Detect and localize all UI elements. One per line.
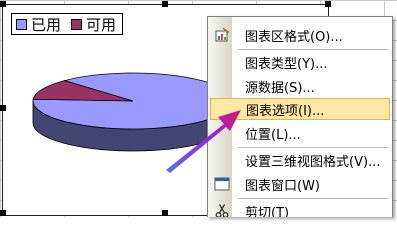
menu-item-3d-view[interactable]: 设置三维视图格式(V)... (210, 149, 390, 171)
menu-item-cut[interactable]: 剪切(T) (210, 200, 390, 217)
legend-swatch-used (16, 18, 27, 30)
selection-handle-top-middle[interactable] (162, 1, 168, 7)
menu-item-source-data[interactable]: 源数据(S)... (210, 75, 390, 97)
menu-label-source-data: 源数据(S)... (245, 80, 315, 96)
menu-separator (238, 198, 388, 199)
menu-label-location: 位置(L)... (245, 127, 301, 143)
menu-separator (238, 147, 388, 148)
menu-label-cut: 剪切(T) (245, 205, 290, 218)
menu-label-chart-options: 图表选项(I)... (246, 103, 325, 119)
context-menu[interactable]: 图表区格式(O)... 图表类型(Y)... 源数据(S)... 图表选项(I)… (207, 16, 393, 217)
menu-label-3d-view: 设置三维视图格式(V)... (245, 154, 381, 170)
selection-handle-top-right[interactable] (325, 1, 331, 7)
menu-item-chart-type[interactable]: 图表类型(Y)... (210, 51, 390, 73)
menu-item-location[interactable]: 位置(L)... (210, 122, 390, 144)
scissors-icon (215, 204, 229, 217)
chart-legend[interactable]: 已用 可用 (11, 13, 124, 35)
selection-handle-bottom-middle[interactable] (162, 210, 168, 216)
menu-label-chart-window: 图表窗口(W) (245, 178, 320, 194)
chart-window-icon (214, 177, 230, 191)
legend-item-used: 已用 (16, 14, 61, 35)
selection-handle-middle-left[interactable] (0, 105, 6, 111)
legend-label-used: 已用 (31, 15, 62, 34)
legend-swatch-available (71, 18, 83, 30)
legend-item-available: 可用 (71, 14, 116, 35)
menu-label-format-chart-area: 图表区格式(O)... (245, 29, 343, 45)
menu-separator (238, 49, 388, 50)
menu-item-format-chart-area[interactable]: 图表区格式(O)... (210, 24, 390, 46)
selection-handle-top-left[interactable] (0, 1, 6, 7)
menu-label-chart-type: 图表类型(Y)... (245, 56, 328, 72)
format-chart-area-icon (215, 27, 230, 42)
menu-item-chart-options[interactable]: 图表选项(I)... (210, 98, 390, 120)
selection-handle-bottom-left[interactable] (0, 210, 6, 216)
legend-label-available: 可用 (86, 15, 117, 34)
menu-item-chart-window[interactable]: 图表窗口(W) (210, 173, 390, 195)
